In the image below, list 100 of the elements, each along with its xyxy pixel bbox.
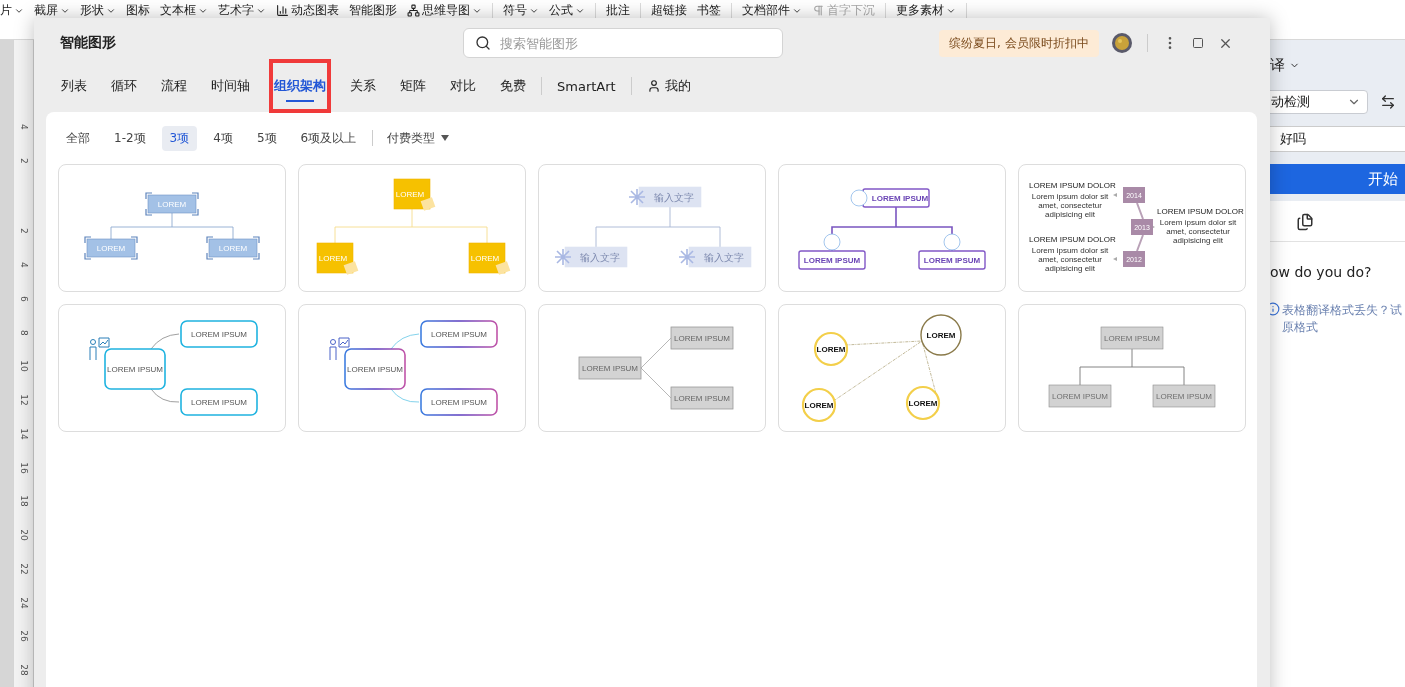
maximize-icon[interactable]	[1191, 37, 1204, 49]
node-label: LOREM IPSUM	[347, 365, 403, 374]
block-text: Lorem ipsum dolor sit amet, consectetur adipisicing elit	[1030, 246, 1110, 273]
ribbon-button[interactable]: 艺术字	[218, 2, 266, 19]
circle-icon	[850, 189, 868, 207]
category-tab[interactable]: 时间轴	[206, 59, 255, 113]
search-field[interactable]: 搜索智能图形	[463, 28, 783, 58]
filter-chip[interactable]: 4项	[205, 125, 241, 151]
search-icon	[475, 35, 491, 51]
copy-icon[interactable]	[1296, 213, 1314, 231]
category-tab[interactable]: 组织架构	[269, 59, 331, 113]
template-card[interactable]: LOREM IPSUM LOREM IPSUM LOREM IPSUM	[58, 304, 286, 432]
arrow-icon	[1113, 193, 1117, 197]
ribbon-button[interactable]: 智能图形	[349, 2, 397, 19]
user-icon	[646, 79, 661, 93]
node-box	[798, 250, 866, 270]
node-label: LOREM IPSUM	[431, 398, 487, 407]
node-label: 输入文字	[654, 191, 694, 203]
category-tab[interactable]: 对比	[445, 59, 481, 113]
node-box	[1152, 384, 1216, 408]
caret-icon	[441, 135, 450, 141]
notice-text: 原格式	[1282, 319, 1319, 336]
ribbon-button[interactable]: 符号	[503, 2, 539, 19]
template-card[interactable]	[1018, 164, 1246, 292]
cookie-icon	[343, 261, 359, 275]
node-label: LOREM IPSUM	[923, 255, 981, 265]
node-label: LOREM	[926, 331, 956, 340]
template-card[interactable]: LOREM IPSUM LOREM IPSUM LOREM IPSUM	[1018, 304, 1246, 432]
category-tab[interactable]: 我的	[641, 59, 696, 113]
connector-line	[390, 388, 420, 403]
filter-chip[interactable]: 3项	[161, 125, 198, 151]
node-label: LOREM IPSUM	[803, 255, 861, 265]
ribbon-button[interactable]: 超链接	[651, 2, 687, 19]
ribbon-button[interactable]: 形状	[80, 2, 116, 19]
filter-chip[interactable]: 全部	[58, 125, 98, 151]
block-text: Lorem ipsum dolor sit amet, consectetur adipisicing elit	[1158, 218, 1238, 245]
template-card[interactable]: LOREM IPSUM LOREM IPSUM LOREM IPSUM	[538, 304, 766, 432]
template-card[interactable]: LOREM LOREM LOREM LOREM	[778, 304, 1006, 432]
circle-icon	[943, 233, 961, 251]
filter-chip[interactable]: 1-2项	[106, 125, 154, 151]
template-card[interactable]: LOREM IPSUM LOREM IPSUM LOREM IPSUM	[778, 164, 1006, 292]
ruler-number: 16	[17, 461, 30, 474]
arrow-icon	[1113, 257, 1117, 261]
node-box	[1100, 326, 1164, 350]
node-box	[344, 348, 406, 390]
category-tab[interactable]: 循环	[106, 59, 142, 113]
node-box	[688, 246, 752, 268]
ribbon-button[interactable]: 图标	[126, 2, 150, 19]
node-box	[578, 356, 642, 380]
category-tab[interactable]: 关系	[345, 59, 381, 113]
connector-line	[390, 333, 420, 350]
pilcrow-icon	[812, 4, 825, 17]
category-tab[interactable]: SmartArt	[552, 59, 621, 113]
node-box	[393, 178, 431, 210]
node-label: LOREM IPSUM	[1156, 391, 1212, 401]
node-label: LOREM	[96, 243, 126, 253]
node-label: LOREM IPSUM	[582, 364, 638, 373]
pay-type-dropdown[interactable]: 付费类型	[381, 128, 456, 148]
ribbon-button[interactable]: 批注	[606, 2, 630, 19]
ribbon-button[interactable]: 截屏	[34, 2, 70, 19]
node-box	[670, 326, 734, 350]
category-tab[interactable]: 免费	[495, 59, 531, 113]
ribbon-button[interactable]: 动态图表	[276, 2, 339, 19]
ruler-number: 22	[17, 563, 30, 575]
node-label: LOREM IPSUM	[674, 334, 730, 343]
node-box	[638, 186, 702, 208]
node-label: LOREM	[470, 253, 500, 263]
filter-chip[interactable]: 6项及以上	[292, 125, 365, 151]
node-label: 输入文字	[580, 251, 620, 263]
snowflake-icon	[678, 248, 696, 266]
circle-icon	[823, 233, 841, 251]
ribbon-button[interactable]: 公式	[549, 2, 585, 19]
node-circle	[920, 314, 962, 356]
promo-banner[interactable]: 缤纷夏日, 会员限时折扣中	[939, 29, 1099, 57]
ribbon-button[interactable]: 思维导图	[407, 2, 482, 19]
category-tab[interactable]: 列表	[56, 59, 92, 113]
filter-chip[interactable]: 5项	[248, 125, 285, 151]
ribbon-button[interactable]: 文档部件	[742, 2, 802, 19]
node-label: LOREM IPSUM	[191, 330, 247, 339]
category-tab[interactable]: 矩阵	[395, 59, 431, 113]
connector-line	[640, 337, 672, 369]
translation-result: ow do you do?	[1270, 264, 1373, 280]
node-label: LOREM	[804, 401, 834, 410]
template-card[interactable]: LOREM IPSUM LOREM IPSUM LOREM IPSUM	[298, 304, 526, 432]
cookie-icon	[495, 261, 511, 275]
avatar-icon[interactable]	[1110, 32, 1133, 54]
ribbon-button[interactable]: 文本框	[160, 2, 208, 19]
ribbon-button[interactable]: 片	[0, 2, 24, 19]
swap-icon[interactable]	[1380, 94, 1396, 110]
ruler-number: 28	[17, 664, 30, 676]
node-label: LOREM IPSUM	[191, 398, 247, 407]
ruler-number: 26	[17, 630, 30, 642]
ribbon-button[interactable]: 书签	[697, 2, 721, 19]
connector-line	[640, 367, 672, 399]
node-label: LOREM IPSUM	[107, 365, 163, 374]
ribbon-button[interactable]: 更多素材	[896, 2, 956, 19]
node-label: LOREM IPSUM	[674, 394, 730, 403]
connector-line	[150, 388, 180, 403]
category-tab[interactable]: 流程	[156, 59, 192, 113]
node-label: LOREM	[816, 345, 846, 354]
